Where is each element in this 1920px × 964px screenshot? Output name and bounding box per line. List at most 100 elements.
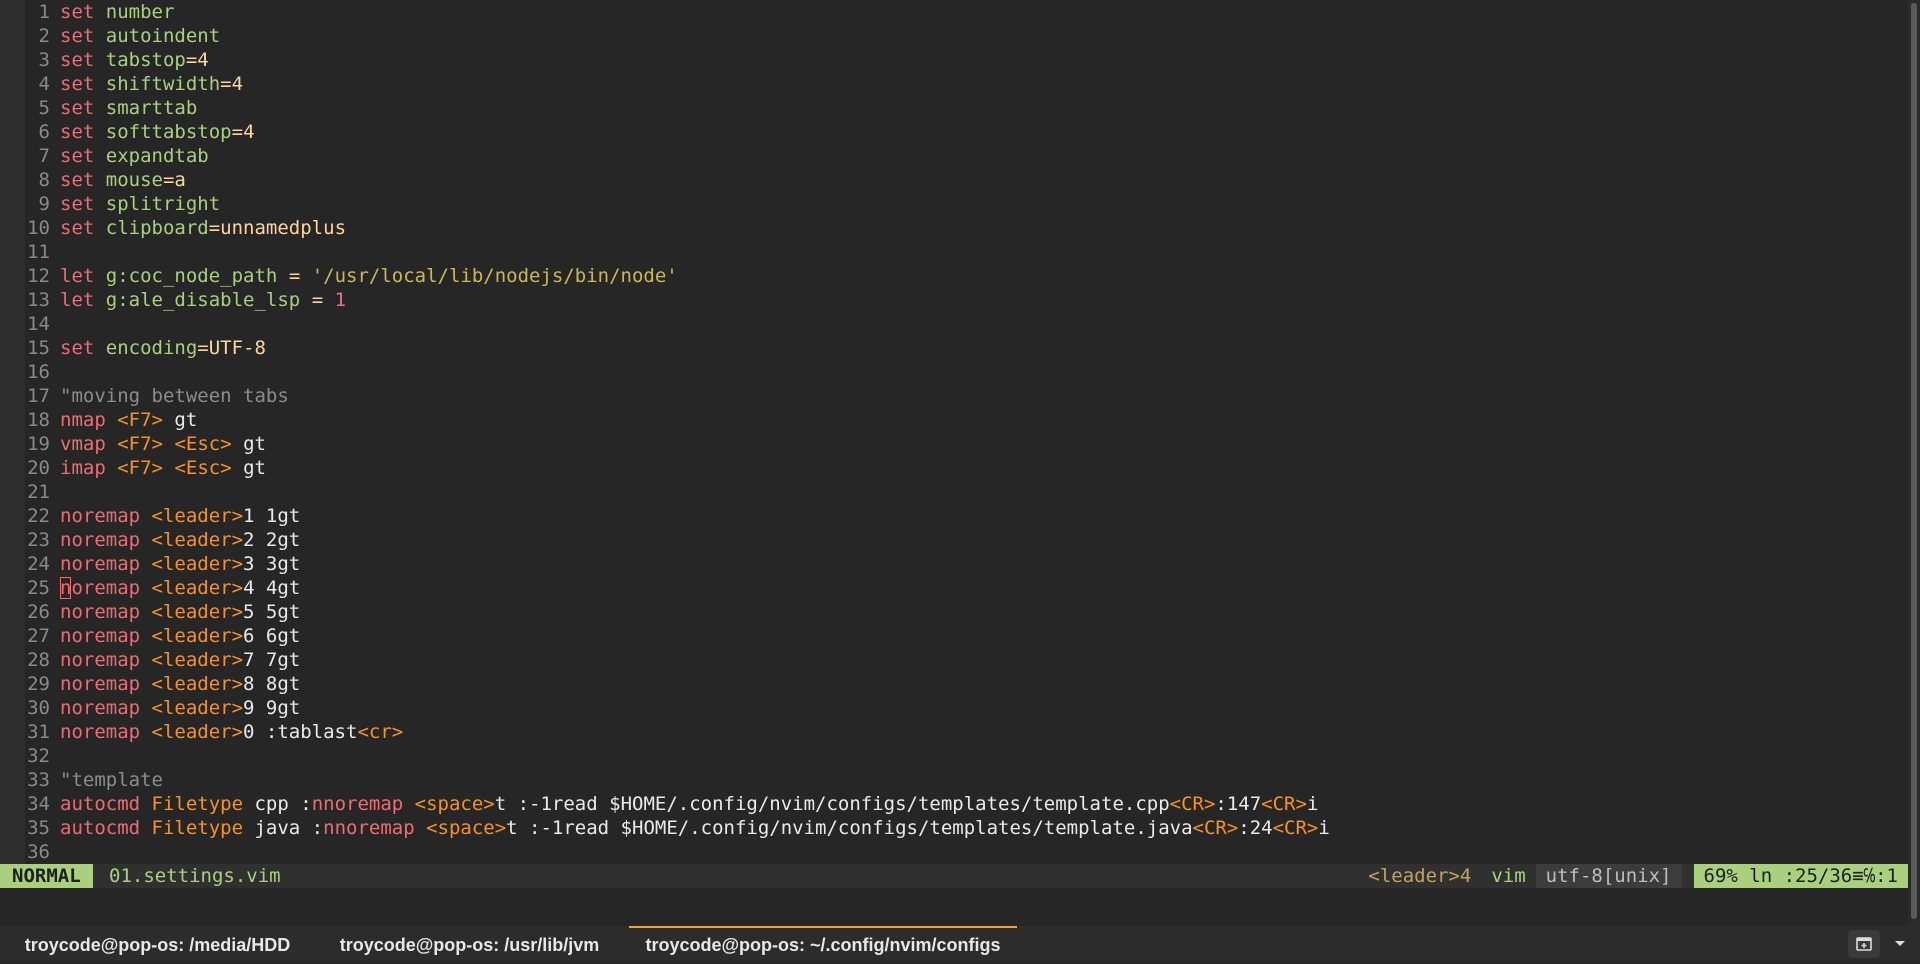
editor-line[interactable]: 36 bbox=[0, 840, 1908, 864]
line-number: 36 bbox=[27, 841, 50, 863]
code-token: number bbox=[105, 1, 175, 23]
statusline: NORMAL 01.settings.vim <leader>4 vim utf… bbox=[0, 864, 1908, 888]
code-token: <leader> bbox=[151, 625, 244, 647]
statusline-right: <leader>4 vim utf-8[unix] 69% ln :25/36≡… bbox=[1358, 864, 1908, 888]
editor-line[interactable]: 23 noremap <leader>2 2gt bbox=[0, 528, 1908, 552]
code-token: noremap bbox=[60, 601, 141, 623]
editor-line[interactable]: 5 set smarttab bbox=[0, 96, 1908, 120]
editor-line[interactable]: 6 set softtabstop=4 bbox=[0, 120, 1908, 144]
editor-line[interactable]: 2 set autoindent bbox=[0, 24, 1908, 48]
editor-line[interactable]: 19 vmap <F7> <Esc> gt bbox=[0, 432, 1908, 456]
editor-line[interactable]: 18 nmap <F7> gt bbox=[0, 408, 1908, 432]
tab-usr-lib-jvm[interactable]: troycode@pop-os: /usr/lib/jvm bbox=[315, 926, 624, 962]
editor-buffer[interactable]: 1 set number 2 set autoindent 3 set tabstop=4… bbox=[0, 0, 1908, 864]
code-token: cpp : bbox=[243, 793, 312, 815]
new-tab-button[interactable] bbox=[1848, 930, 1880, 958]
code-token: =unnamedplus bbox=[208, 217, 347, 239]
line-number: 11 bbox=[27, 241, 50, 263]
editor-line[interactable]: 28 noremap <leader>7 7gt bbox=[0, 648, 1908, 672]
editor-line[interactable]: 32 bbox=[0, 744, 1908, 768]
line-text: let g:ale_disable_lsp = 1 bbox=[60, 289, 346, 311]
line-text: noremap <leader>2 2gt bbox=[60, 529, 300, 551]
chevron-down-icon bbox=[1895, 941, 1905, 946]
editor-line[interactable]: 34 autocmd Filetype cpp :nnoremap <space>… bbox=[0, 792, 1908, 816]
line-number: 27 bbox=[27, 625, 50, 647]
code-token: 3 3gt bbox=[243, 553, 301, 575]
editor-line[interactable]: 1 set number bbox=[0, 0, 1908, 24]
editor-line[interactable]: 10 set clipboard=unnamedplus bbox=[0, 216, 1908, 240]
code-token: <CR> bbox=[1192, 817, 1239, 839]
editor-line[interactable]: 13 let g:ale_disable_lsp = 1 bbox=[0, 288, 1908, 312]
line-text: set shiftwidth=4 bbox=[60, 73, 243, 95]
line-number: 5 bbox=[38, 97, 50, 119]
editor-line[interactable]: 9 set splitright bbox=[0, 192, 1908, 216]
editor-line[interactable]: 24 noremap <leader>3 3gt bbox=[0, 552, 1908, 576]
editor-line[interactable]: 21 bbox=[0, 480, 1908, 504]
editor-line[interactable]: 12 let g:coc_node_path = '/usr/local/lib/… bbox=[0, 264, 1908, 288]
line-text: set number bbox=[60, 1, 174, 23]
line-text: set encoding=UTF-8 bbox=[60, 337, 266, 359]
code-token: java : bbox=[243, 817, 324, 839]
code-token: <leader> bbox=[151, 673, 244, 695]
code-token: <Esc> bbox=[174, 457, 232, 479]
line-text: set expandtab bbox=[60, 145, 209, 167]
terminal-window[interactable]: 1 set number 2 set autoindent 3 set tabstop=4… bbox=[0, 0, 1908, 914]
editor-line[interactable]: 29 noremap <leader>8 8gt bbox=[0, 672, 1908, 696]
code-token: <F7> bbox=[117, 409, 163, 431]
code-token: clipboard bbox=[105, 217, 209, 239]
code-token: "template bbox=[60, 769, 163, 791]
editor-line[interactable]: 16 bbox=[0, 360, 1908, 384]
editor-line[interactable]: 17 "moving between tabs bbox=[0, 384, 1908, 408]
line-text: imap <F7> <Esc> gt bbox=[60, 457, 266, 479]
scrollbar-thumb[interactable] bbox=[1911, 3, 1917, 919]
editor-line[interactable]: 25 noremap <leader>4 4gt bbox=[0, 576, 1908, 600]
line-number: 21 bbox=[27, 481, 50, 503]
code-token: =4 bbox=[185, 49, 209, 71]
line-text: noremap <leader>8 8gt bbox=[60, 673, 300, 695]
editor-line[interactable]: 30 noremap <leader>9 9gt bbox=[0, 696, 1908, 720]
editor-line[interactable]: 22 noremap <leader>1 1gt bbox=[0, 504, 1908, 528]
terminal-scrollbar[interactable] bbox=[1908, 0, 1920, 926]
editor-line[interactable]: 27 noremap <leader>6 6gt bbox=[0, 624, 1908, 648]
code-token: autocmd bbox=[60, 817, 141, 839]
editor-line[interactable]: 15 set encoding=UTF-8 bbox=[0, 336, 1908, 360]
code-token: =4 bbox=[231, 121, 255, 143]
line-number: 12 bbox=[27, 265, 50, 287]
position-indicator: 69% ln :25/36≡℅:1 bbox=[1693, 864, 1908, 888]
line-text: set autoindent bbox=[60, 25, 220, 47]
editor-line[interactable]: 35 autocmd Filetype java :nnoremap <space… bbox=[0, 816, 1908, 840]
code-token: shiftwidth bbox=[105, 73, 221, 95]
line-text: autocmd Filetype cpp :nnoremap <space>t … bbox=[60, 793, 1318, 815]
command-line[interactable] bbox=[0, 888, 1908, 914]
editor-line[interactable]: 20 imap <F7> <Esc> gt bbox=[0, 456, 1908, 480]
tab-nvim-configs[interactable]: troycode@pop-os: ~/.config/nvim/configs bbox=[629, 926, 1017, 962]
line-number: 33 bbox=[27, 769, 50, 791]
editor-line[interactable]: 7 set expandtab bbox=[0, 144, 1908, 168]
editor-line[interactable]: 11 bbox=[0, 240, 1908, 264]
editor-line[interactable]: 14 bbox=[0, 312, 1908, 336]
line-number: 16 bbox=[27, 361, 50, 383]
editor-line[interactable]: 31 noremap <leader>0 :tablast<cr> bbox=[0, 720, 1908, 744]
line-text: noremap <leader>1 1gt bbox=[60, 505, 300, 527]
line-number: 6 bbox=[38, 121, 50, 143]
line-number: 28 bbox=[27, 649, 50, 671]
code-token: noremap bbox=[60, 529, 141, 551]
code-token: <leader> bbox=[151, 697, 244, 719]
encoding-label: utf-8[unix] bbox=[1535, 864, 1682, 888]
editor-line[interactable]: 26 noremap <leader>5 5gt bbox=[0, 600, 1908, 624]
editor-line[interactable]: 33 "template bbox=[0, 768, 1908, 792]
tab-media-hdd[interactable]: troycode@pop-os: /media/HDD bbox=[0, 926, 315, 962]
editor-line[interactable]: 4 set shiftwidth=4 bbox=[0, 72, 1908, 96]
tab-menu-button[interactable] bbox=[1884, 930, 1916, 958]
cursor: n bbox=[60, 577, 72, 599]
line-number: 13 bbox=[27, 289, 50, 311]
line-number: 20 bbox=[27, 457, 50, 479]
editor-line[interactable]: 8 set mouse=a bbox=[0, 168, 1908, 192]
editor-line[interactable]: 3 set tabstop=4 bbox=[0, 48, 1908, 72]
code-token: set bbox=[60, 145, 95, 167]
